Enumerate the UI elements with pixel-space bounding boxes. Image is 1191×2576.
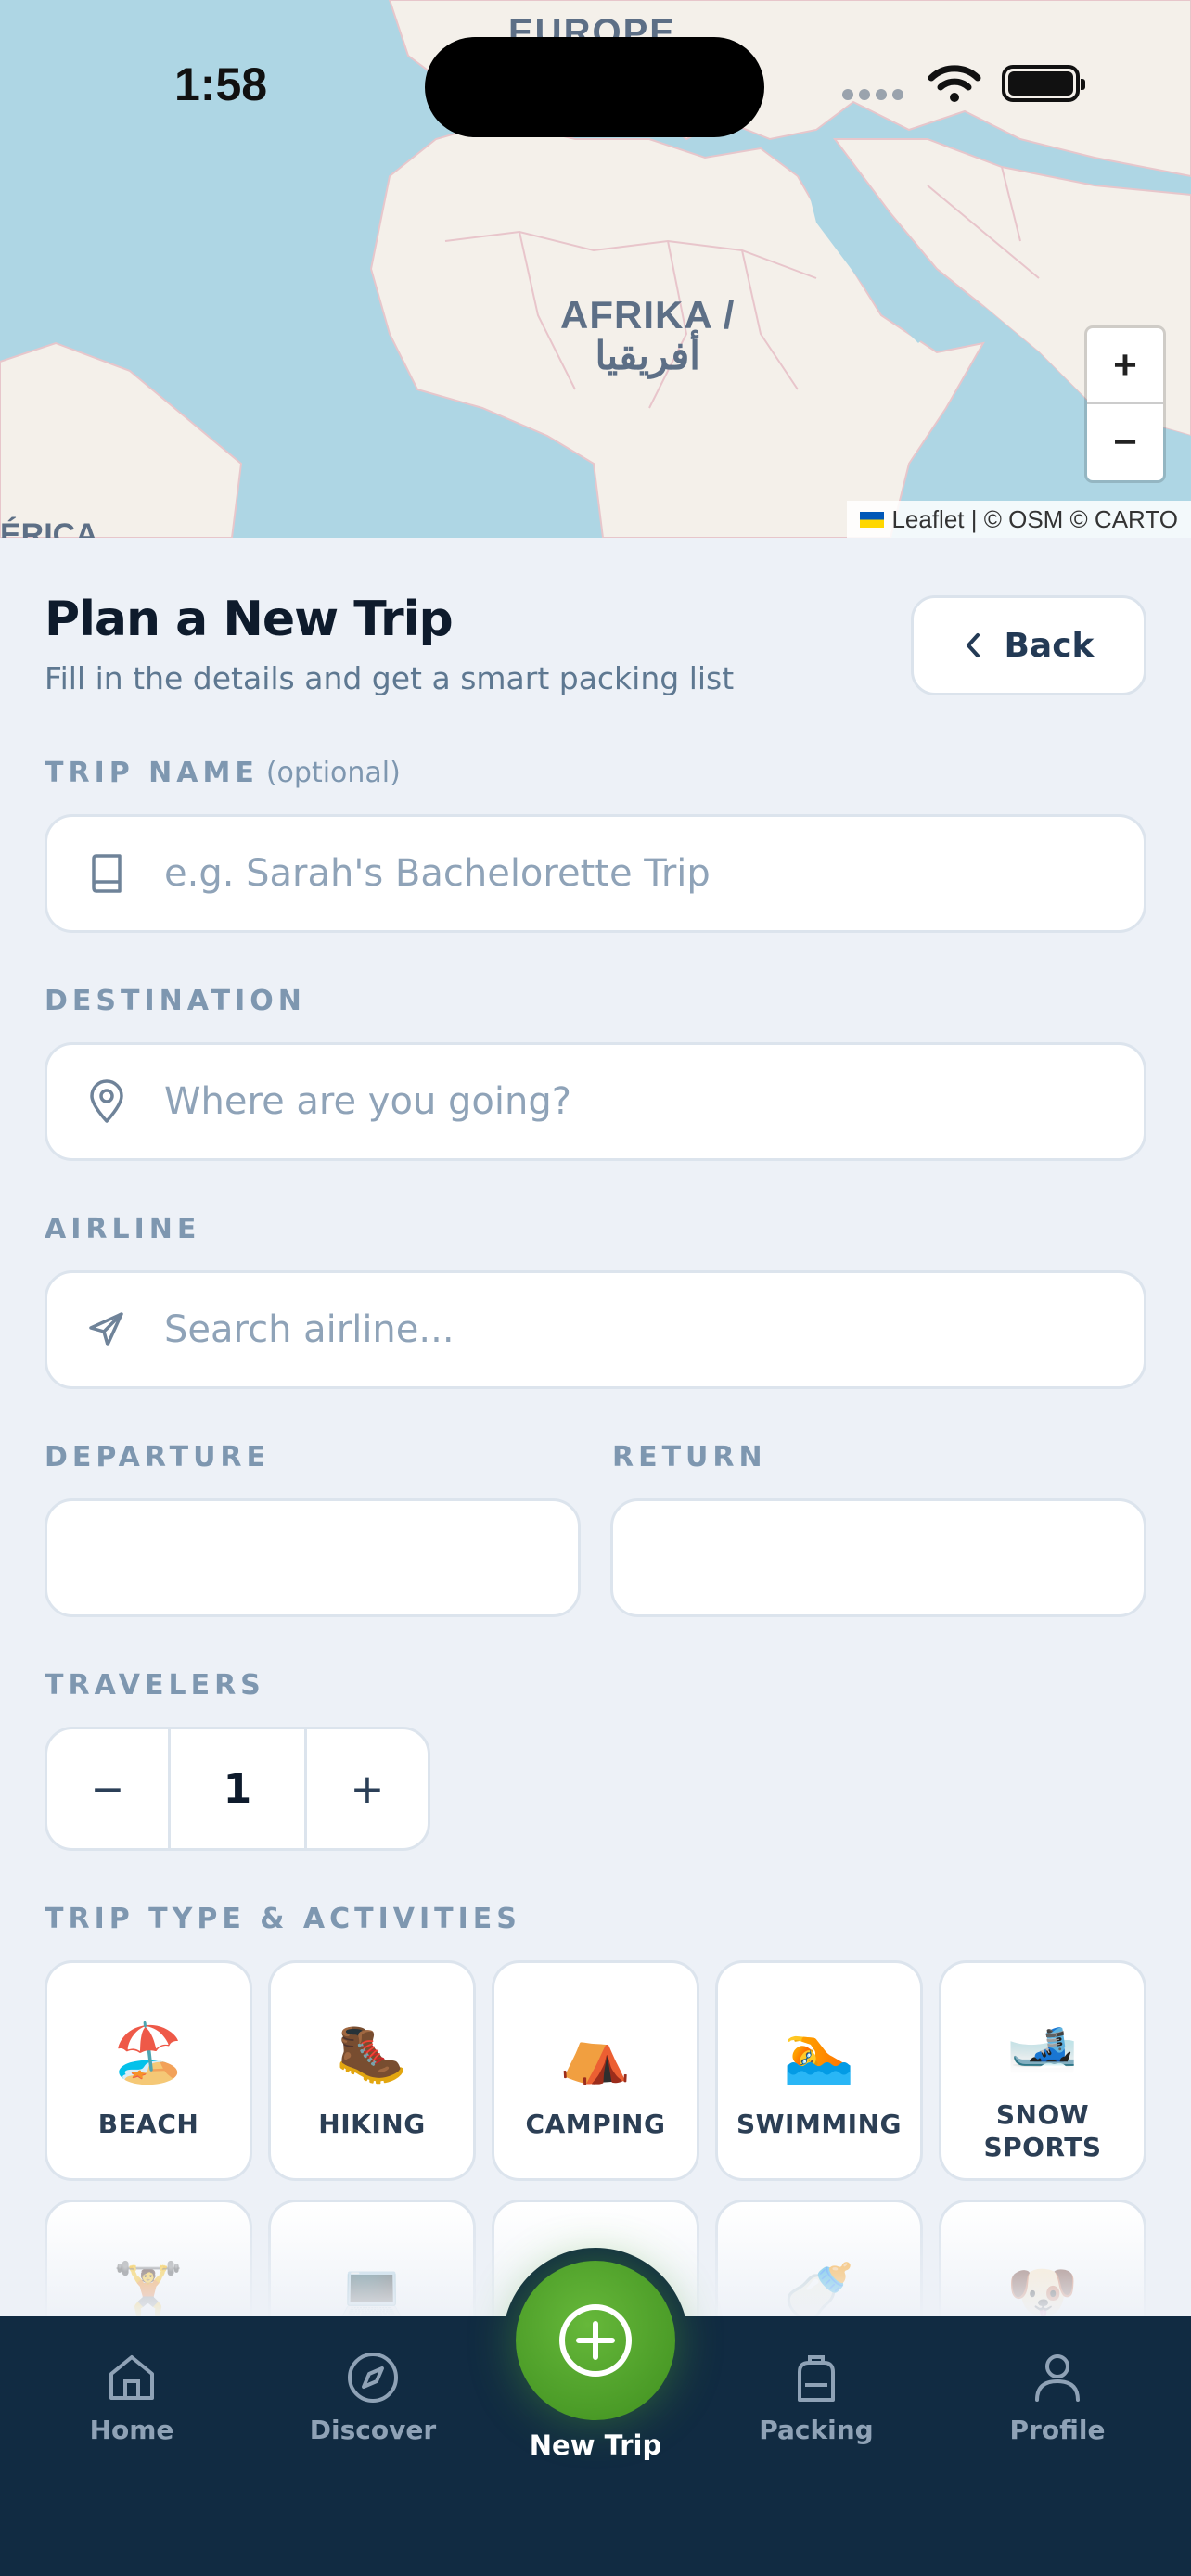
optional-hint: (optional) xyxy=(265,757,401,789)
plus-circle-icon xyxy=(559,2304,632,2377)
nav-label: Discover xyxy=(309,2415,437,2445)
nav-label: Home xyxy=(89,2415,174,2445)
airline-label: AIRLINE xyxy=(45,1213,201,1245)
return-label: RETURN xyxy=(612,1441,767,1473)
signal-dots-icon xyxy=(842,89,903,100)
home-icon xyxy=(109,2355,154,2400)
activity-label: HIKING xyxy=(318,2109,426,2139)
nav-packing[interactable]: Packing xyxy=(724,2350,909,2445)
page-title: Plan a New Trip xyxy=(45,592,454,647)
back-label: Back xyxy=(1004,626,1095,665)
swimming-icon: 🏊 xyxy=(783,2019,855,2086)
wifi-icon xyxy=(928,65,981,102)
activity-label: BEACH xyxy=(97,2109,199,2139)
map-label-africa-latin: AFRIKA / xyxy=(560,293,736,337)
airline-placeholder: Search airline... xyxy=(164,1308,455,1351)
map-label-america: ÉRICA xyxy=(0,517,98,538)
chevron-left-icon xyxy=(967,633,980,657)
activity-label: SWIMMING xyxy=(736,2109,903,2139)
nav-home[interactable]: Home xyxy=(39,2350,224,2445)
hiking-icon: 🥾 xyxy=(336,2019,408,2086)
status-indicators xyxy=(928,63,1085,104)
travelers-stepper: − 1 + xyxy=(45,1727,430,1851)
activities-label: TRIP TYPE & ACTIVITIES xyxy=(45,1903,521,1935)
map[interactable]: EUROPE AFRIKA / أفريقيا ÉRICA 1:58 + − L… xyxy=(0,0,1191,538)
destination-placeholder: Where are you going? xyxy=(164,1080,571,1123)
map-attribution: Leaflet | © OSM © CARTO xyxy=(847,501,1191,538)
travelers-label: TRAVELERS xyxy=(45,1669,265,1702)
map-label-africa: AFRIKA / أفريقيا xyxy=(560,293,736,378)
activity-hiking[interactable]: 🥾 HIKING xyxy=(268,1960,476,2181)
ski-icon: 🎿 xyxy=(1006,2009,1079,2077)
trip-name-input[interactable]: e.g. Sarah's Bachelorette Trip xyxy=(45,814,1146,933)
trip-name-label: TRIP NAME (optional) xyxy=(45,757,401,789)
nav-label-new-trip[interactable]: New Trip xyxy=(503,2429,688,2461)
camping-icon: ⛺ xyxy=(559,2019,632,2086)
book-icon xyxy=(86,853,127,894)
destination-input[interactable]: Where are you going? xyxy=(45,1042,1146,1161)
new-trip-fab[interactable] xyxy=(516,2261,675,2420)
zoom-in-button[interactable]: + xyxy=(1087,328,1163,404)
travelers-decrement-button[interactable]: − xyxy=(47,1729,168,1848)
activity-snow-sports[interactable]: 🎿 SNOW SPORTS xyxy=(939,1960,1146,2181)
nav-profile[interactable]: Profile xyxy=(965,2350,1150,2445)
plane-icon xyxy=(86,1309,127,1350)
departure-date-input[interactable] xyxy=(45,1498,581,1617)
return-date-input[interactable] xyxy=(610,1498,1146,1617)
ukraine-flag-icon xyxy=(860,511,885,528)
map-label-africa-arabic: أفريقيا xyxy=(595,334,700,378)
backpack-icon xyxy=(798,2355,835,2402)
nav-label: Packing xyxy=(759,2415,874,2445)
travelers-increment-button[interactable]: + xyxy=(307,1729,428,1848)
map-pin-icon xyxy=(86,1079,127,1123)
page-subtitle: Fill in the details and get a smart pack… xyxy=(45,660,735,696)
travelers-count: 1 xyxy=(168,1729,307,1848)
compass-icon xyxy=(348,2353,398,2403)
beach-icon: 🏖️ xyxy=(112,2019,185,2086)
nav-label: Profile xyxy=(1009,2415,1106,2445)
trip-name-placeholder: e.g. Sarah's Bachelorette Trip xyxy=(164,852,711,895)
battery-icon xyxy=(1002,65,1085,102)
map-zoom-control: + − xyxy=(1087,328,1163,480)
status-time: 1:58 xyxy=(174,58,268,110)
activity-label: SNOW SPORTS xyxy=(983,2099,1102,2162)
destination-label: DESTINATION xyxy=(45,985,306,1017)
user-icon xyxy=(1035,2354,1080,2402)
departure-label: DEPARTURE xyxy=(45,1441,271,1473)
activity-camping[interactable]: ⛺ CAMPING xyxy=(492,1960,699,2181)
nav-discover[interactable]: Discover xyxy=(280,2350,466,2445)
dynamic-island xyxy=(425,37,764,137)
trip-name-label-text: TRIP NAME xyxy=(45,757,259,789)
activity-label: CAMPING xyxy=(525,2109,666,2139)
activity-beach[interactable]: 🏖️ BEACH xyxy=(45,1960,252,2181)
attribution-text[interactable]: Leaflet | © OSM © CARTO xyxy=(891,505,1178,534)
zoom-out-button[interactable]: − xyxy=(1087,404,1163,480)
activity-swimming[interactable]: 🏊 SWIMMING xyxy=(715,1960,923,2181)
airline-input[interactable]: Search airline... xyxy=(45,1270,1146,1389)
back-button[interactable]: Back xyxy=(911,595,1146,695)
